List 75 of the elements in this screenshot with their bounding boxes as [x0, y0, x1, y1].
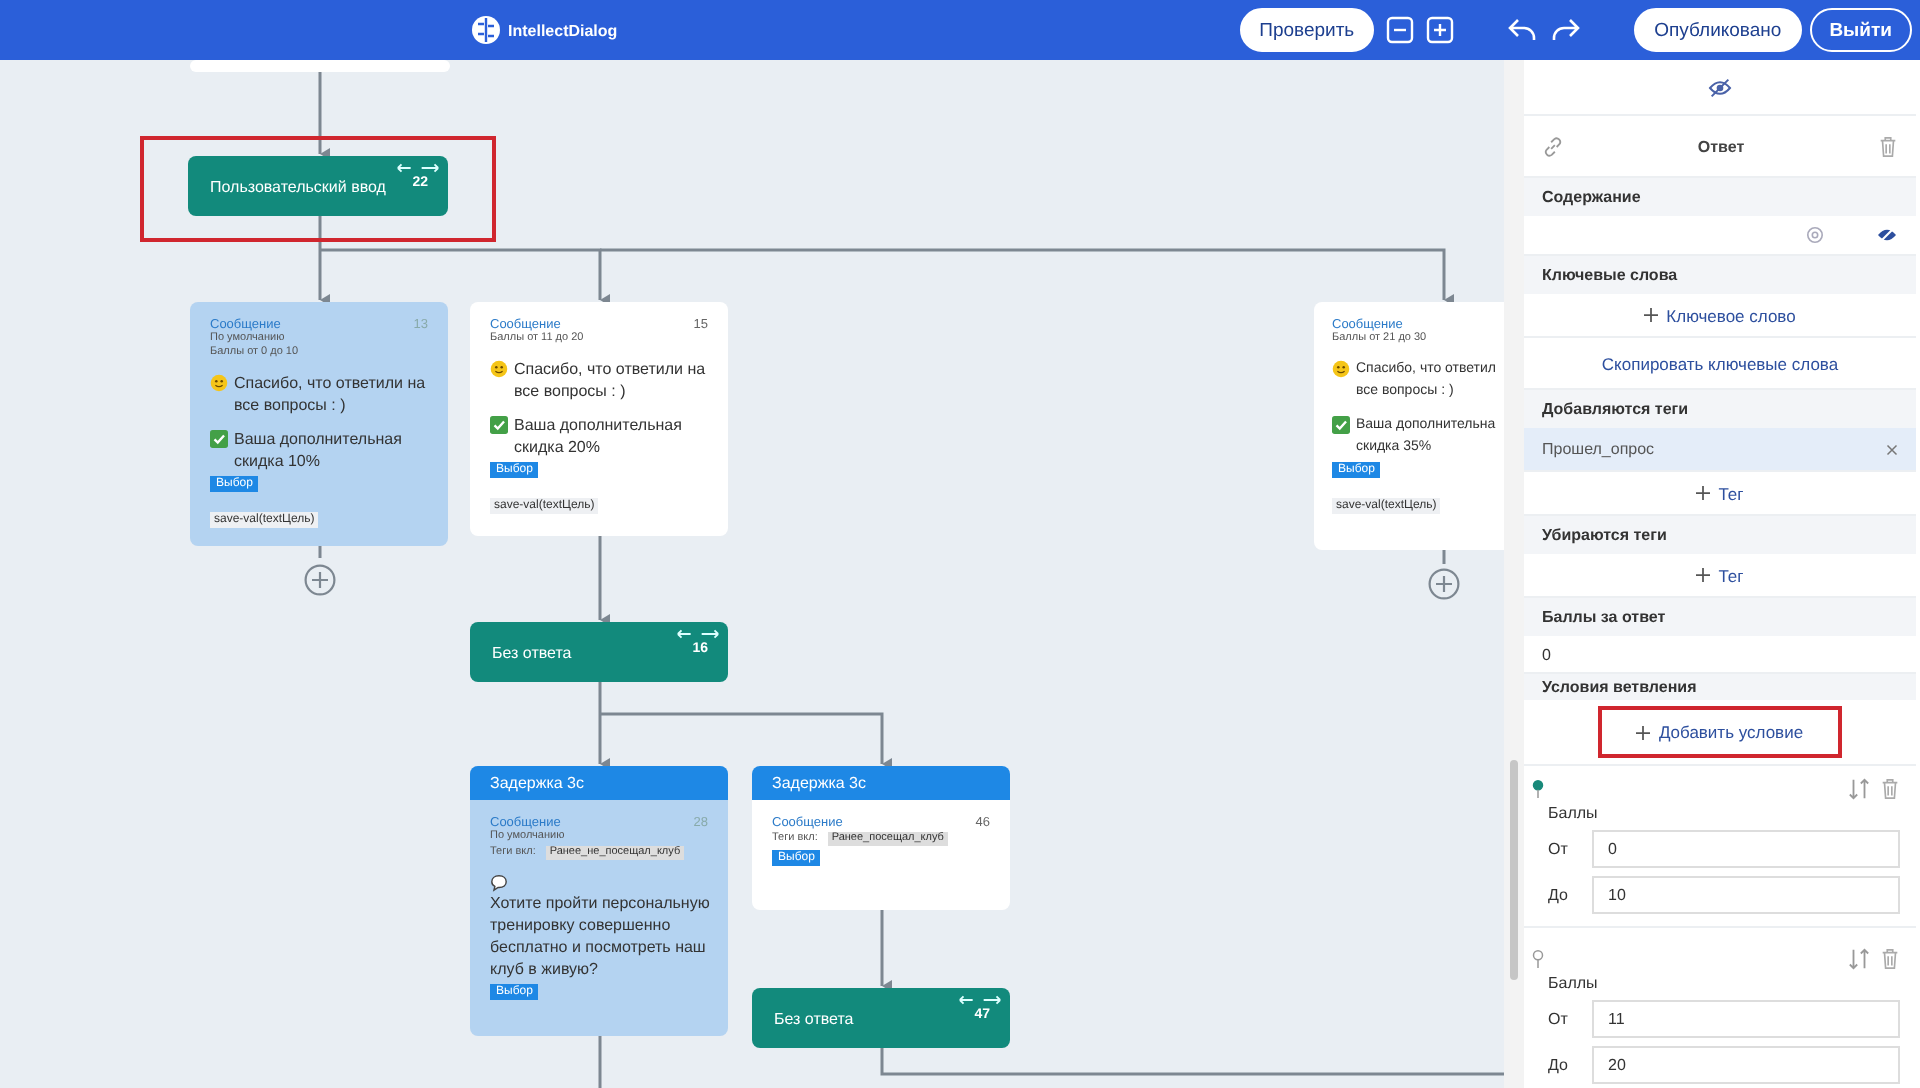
delay-header: Задержка 3с — [470, 766, 728, 800]
pin-icon[interactable] — [1532, 780, 1544, 798]
add-condition-button[interactable]: Добавить условие — [1602, 710, 1838, 754]
connector-arrow — [318, 72, 330, 160]
connector-arrow — [880, 910, 892, 992]
condition-label: Баллы — [1548, 804, 1600, 822]
sort-icon[interactable] — [1846, 778, 1872, 800]
node-title: Пользовательский ввод — [210, 178, 386, 196]
message-text: Хотите пройти персональную тренировку совершенно бесплатно и посмотреть наш клуб в живую? — [490, 892, 710, 980]
add-tag-button[interactable]: Тег — [1688, 561, 1752, 589]
plus-icon — [1644, 308, 1659, 322]
close-icon[interactable] — [1886, 443, 1898, 455]
checkmark-icon — [490, 416, 508, 434]
delay-header: Задержка 3с — [752, 766, 1010, 800]
left-right-arrows-icon — [958, 994, 1002, 1006]
target-icon[interactable] — [1806, 226, 1824, 244]
plus-icon — [1696, 568, 1711, 582]
trash-icon[interactable] — [1880, 778, 1900, 800]
to-input[interactable]: 10 — [1592, 876, 1900, 914]
speech-bubble-icon — [490, 874, 508, 892]
zoom-in-icon[interactable] — [1426, 16, 1455, 44]
hidden-eye-icon[interactable] — [1708, 77, 1732, 97]
add-node-icon[interactable] — [1428, 568, 1460, 600]
section-header: Добавляются теги — [1524, 390, 1916, 428]
field-label: От — [1548, 840, 1570, 858]
smiley-icon — [1332, 360, 1350, 378]
section-header: Убираются теги — [1524, 516, 1916, 554]
section-header: Ключевые слова — [1524, 256, 1916, 294]
plus-icon — [1636, 725, 1651, 739]
trash-icon[interactable] — [1878, 135, 1898, 157]
section-header: Содержание — [1524, 178, 1916, 216]
to-input[interactable]: 20 — [1592, 1046, 1900, 1084]
zoom-out-icon[interactable] — [1386, 16, 1415, 44]
section-header: Баллы за ответ — [1524, 598, 1916, 636]
link-icon[interactable] — [1542, 135, 1564, 157]
message-text: Ваша дополнительная скидка 10% — [234, 428, 402, 472]
add-tag-button[interactable]: Тег — [1688, 479, 1752, 507]
condition-label: Баллы — [1548, 974, 1600, 992]
from-input[interactable]: 11 — [1592, 1000, 1900, 1038]
add-node-icon[interactable] — [304, 564, 336, 596]
field-label: До — [1548, 1056, 1570, 1074]
check-button[interactable]: Проверить — [1239, 8, 1375, 52]
field-label: От — [1548, 1010, 1570, 1028]
node-title: Без ответа — [774, 1010, 854, 1028]
left-right-arrows-icon — [676, 628, 720, 640]
node-title: Без ответа — [492, 644, 572, 662]
message-text: Спасибо, что ответили на все вопросы : ) — [234, 372, 426, 416]
from-input[interactable]: 0 — [1592, 830, 1900, 868]
add-keyword-button[interactable]: Ключевое слово — [1636, 301, 1804, 329]
exit-button[interactable]: Выйти — [1809, 8, 1912, 52]
published-button[interactable]: Опубликовано — [1634, 8, 1802, 52]
message-text: Спасибо, что ответили на все вопросы : ) — [514, 358, 706, 402]
trash-icon[interactable] — [1880, 948, 1900, 970]
message-text: Ваша дополнительная скидка 20% — [514, 414, 682, 458]
smiley-icon — [490, 360, 508, 378]
connector-line — [1442, 550, 1446, 564]
pin-icon[interactable] — [1532, 950, 1544, 968]
undo-icon[interactable] — [1506, 16, 1539, 44]
connector-arrow — [598, 536, 610, 626]
left-right-arrows-icon — [396, 162, 440, 174]
plus-icon — [1696, 486, 1711, 500]
section-header: Условия ветвления — [1524, 674, 1916, 700]
checkmark-icon — [1332, 416, 1350, 434]
logo-text: IntellectDialog — [508, 21, 618, 39]
connector-line — [598, 1036, 602, 1088]
panel-title: Ответ — [1697, 137, 1745, 155]
scrollbar[interactable] — [1504, 60, 1524, 1088]
checkmark-icon — [210, 430, 228, 448]
sort-icon[interactable] — [1846, 948, 1872, 970]
field-label: До — [1548, 886, 1570, 904]
copy-keywords-button[interactable]: Скопировать ключевые слова — [1593, 349, 1847, 377]
tag-name: Прошел_опрос — [1542, 440, 1655, 458]
smiley-icon — [210, 374, 228, 392]
redo-icon[interactable] — [1550, 16, 1583, 44]
connector-line — [318, 546, 322, 558]
